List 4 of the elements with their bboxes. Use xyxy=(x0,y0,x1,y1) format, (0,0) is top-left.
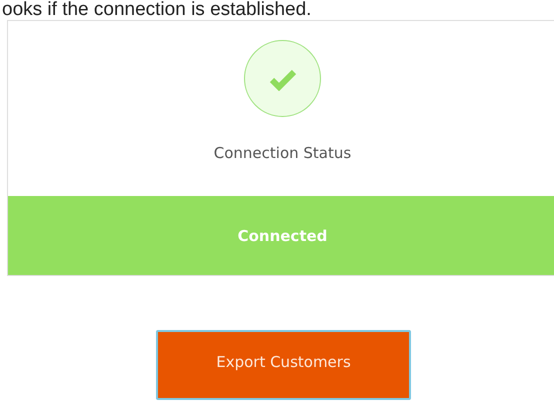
connection-label: Connection Status xyxy=(214,144,352,162)
status-bar: Connected xyxy=(8,196,554,275)
export-button[interactable]: Export Customers xyxy=(156,330,411,400)
intro-text: ooks if the connection is established. xyxy=(1,0,312,20)
